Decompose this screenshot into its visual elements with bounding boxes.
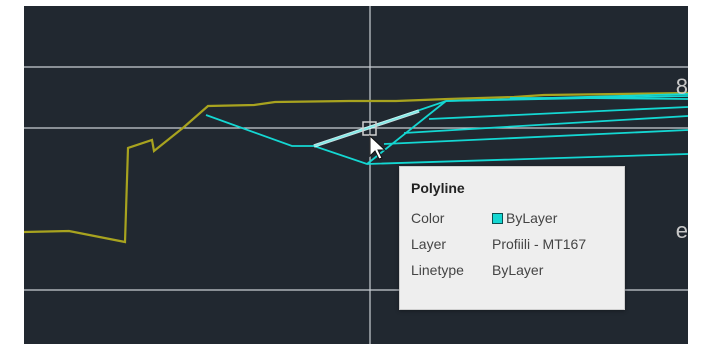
tooltip-label: Linetype xyxy=(411,262,464,278)
drawing-viewport[interactable]: 8 e Polyline Color ByLayer Layer Profiil… xyxy=(24,6,688,344)
color-swatch-icon xyxy=(492,212,503,224)
edge-text-glyph: e xyxy=(675,218,688,243)
tooltip-row-color: Color ByLayer xyxy=(411,205,624,231)
rollover-tooltip: Polyline Color ByLayer Layer Profiili - … xyxy=(399,166,625,310)
tooltip-value: ByLayer xyxy=(492,210,557,226)
edge-text-glyph: 8 xyxy=(675,74,688,99)
tooltip-label: Color xyxy=(411,210,445,226)
tooltip-title: Polyline xyxy=(411,180,465,196)
tooltip-row-linetype: Linetype ByLayer xyxy=(411,257,624,283)
screenshot-frame: 8 e Polyline Color ByLayer Layer Profiil… xyxy=(0,0,702,344)
tooltip-value-text: ByLayer xyxy=(506,210,558,226)
tooltip-value-text: Profiili - MT167 xyxy=(492,236,587,252)
tooltip-label: Layer xyxy=(411,236,447,252)
cyan-profile-polylines[interactable] xyxy=(205,93,688,165)
tooltip-value-text: ByLayer xyxy=(492,262,544,278)
arrow-pointer-icon xyxy=(369,134,387,160)
tooltip-row-layer: Layer Profiili - MT167 xyxy=(411,231,624,257)
